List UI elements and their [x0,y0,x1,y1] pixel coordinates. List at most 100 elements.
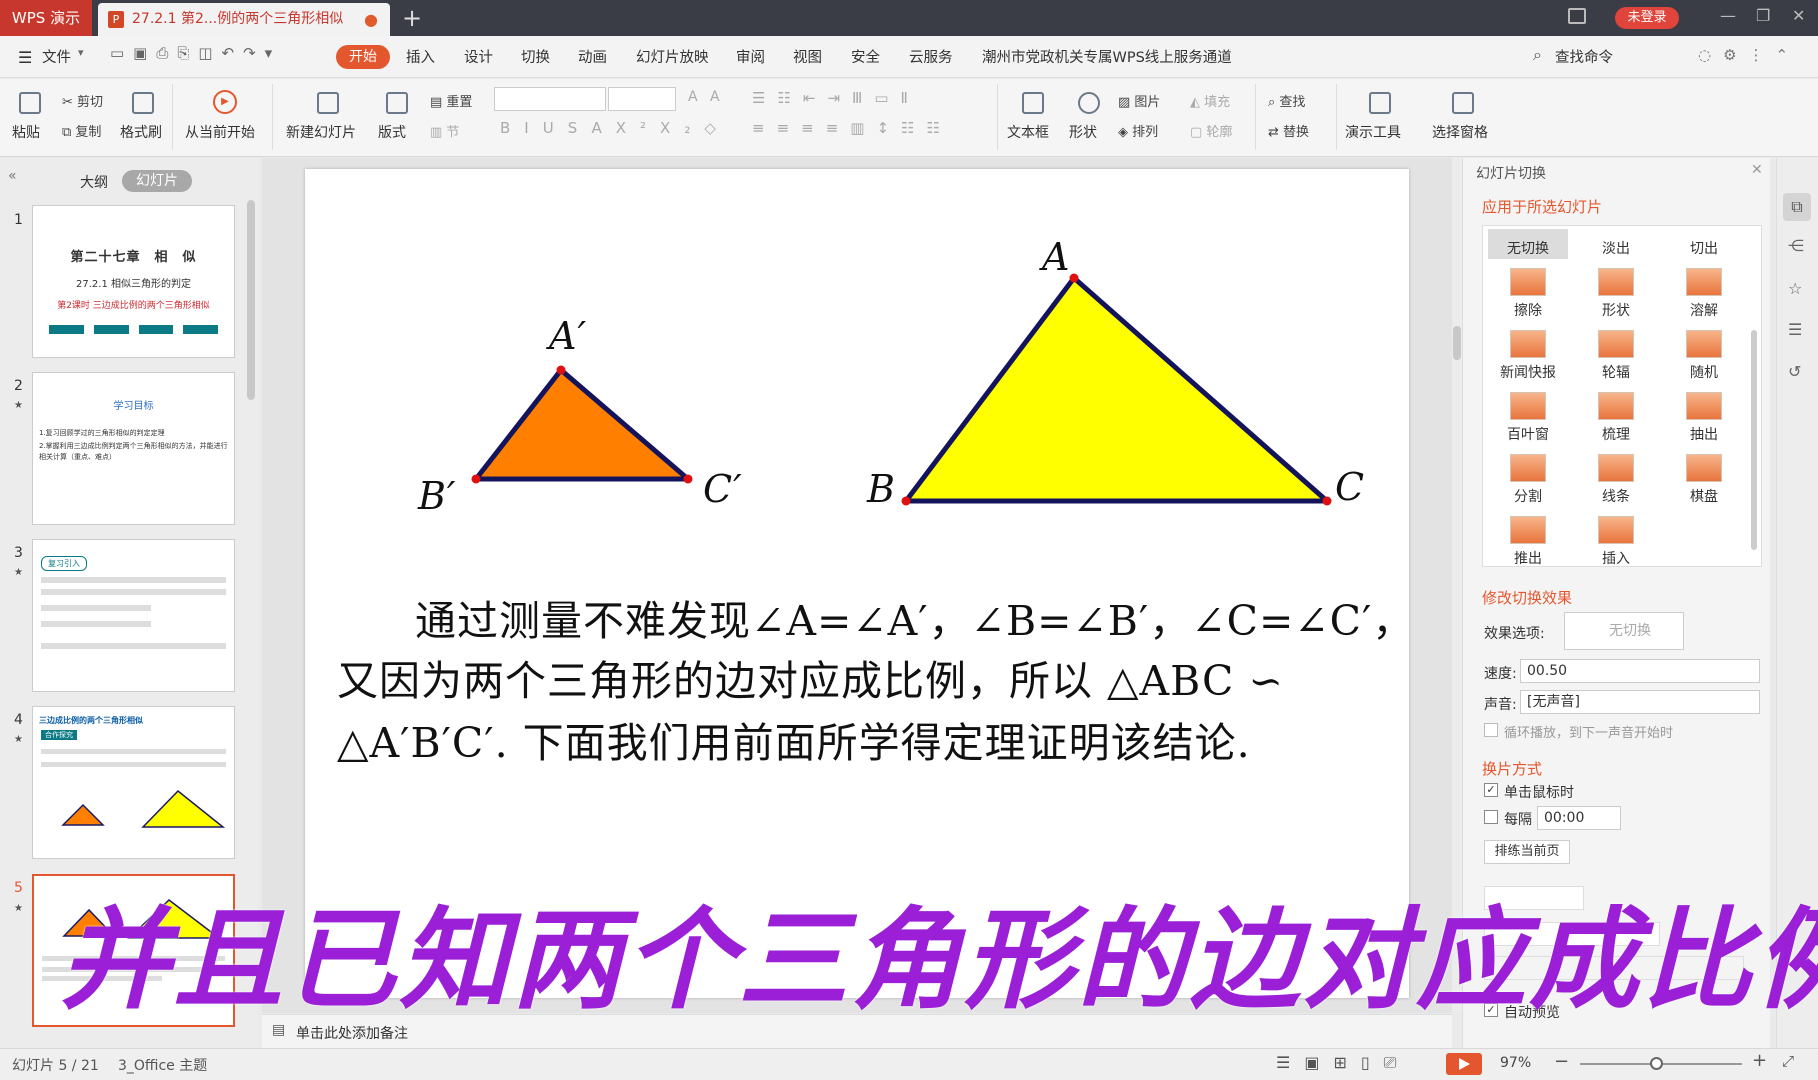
slide-thumbnail-1[interactable]: 第二十七章 相 似 27.2.1 相似三角形的判定 第2课时 三边成比例的两个三… [32,205,235,358]
selection-pane-icon[interactable] [1452,92,1474,114]
effect-options-select[interactable]: 无切换 [1564,612,1684,650]
share-icon[interactable]: ⋲ [1788,236,1804,255]
effect-newsflash[interactable]: 新闻快报 [1490,330,1566,382]
slideshow-play-button[interactable] [1446,1053,1482,1075]
reset-button[interactable]: ▤ 重置 [430,91,472,110]
new-slide-icon[interactable] [317,92,339,114]
paragraph-icons-row2[interactable]: ≡≡≡≡▥↕☷☷ [752,119,952,137]
zoom-out-icon[interactable]: − [1554,1051,1569,1072]
menu-slideshow-tab[interactable]: 幻灯片放映 [636,46,709,67]
every-checkbox[interactable] [1484,810,1498,824]
menu-animation-tab[interactable]: 动画 [578,46,607,67]
collapse-panel-icon[interactable]: « [8,168,17,184]
star-icon[interactable]: ☆ [1788,279,1802,298]
textbox-button[interactable]: 文本框 [1007,122,1049,142]
shape-icon[interactable] [1078,92,1100,114]
view-mode-icons[interactable]: ☰▣⊞▯⎚ [1276,1053,1410,1073]
font-style-icons[interactable]: BIUSAX²X₂◇ [500,119,730,137]
slide-thumbnail-2[interactable]: 学习目标 1.复习回顾学过的三角形相似的判定定理 2.掌握利用三边成比例判定两个… [32,372,235,525]
effect-none[interactable]: 无切换 [1490,238,1566,258]
search-icon[interactable]: ⌕ [1533,45,1542,65]
menu-cloud-tab[interactable]: 云服务 [909,46,953,67]
slide-thumbnail-4[interactable]: 三边成比例的两个三角形相似 合作探究 [32,706,235,859]
format-painter-icon[interactable] [132,92,154,114]
effect-lines[interactable]: 线条 [1578,454,1654,506]
section-button[interactable]: ▥ 节 [430,121,459,140]
menu-transition-tab[interactable]: 切换 [521,46,550,67]
on-click-checkbox[interactable]: ✓ [1484,783,1498,797]
zoom-slider-handle[interactable] [1650,1057,1663,1070]
layout-button[interactable]: 版式 [378,122,406,142]
loop-checkbox[interactable] [1484,723,1498,737]
gallery-scrollbar[interactable] [1751,330,1757,550]
tab-outline[interactable]: 大纲 [80,172,108,192]
effect-blinds[interactable]: 百叶窗 [1490,392,1566,444]
restore-icon[interactable]: ❐ [1756,6,1770,25]
quick-access-icons[interactable]: ▭▣⎙⎘◫↶↷▾ [110,44,281,62]
speed-input[interactable]: 00.50 [1520,659,1760,683]
effect-push[interactable]: 推出 [1490,516,1566,568]
menu-view-tab[interactable]: 视图 [793,46,822,67]
settings-sliders-icon[interactable]: ☰ [1788,320,1802,339]
app-tab[interactable]: WPS 演示 [0,0,92,36]
sound-select[interactable]: [无声音] [1520,690,1760,714]
menu-review-tab[interactable]: 审阅 [736,46,765,67]
effect-wipe[interactable]: 擦除 [1490,268,1566,320]
from-current-button[interactable]: 从当前开始 [185,122,255,142]
effect-insert[interactable]: 插入 [1578,516,1654,568]
effect-split[interactable]: 分割 [1490,454,1566,506]
menu-right-icons[interactable]: ◌⚙⋮⌃ [1698,46,1800,64]
presentation-tools-button[interactable]: 演示工具 [1345,122,1401,142]
hamburger-icon[interactable]: ☰ [18,48,32,67]
effect-fade[interactable]: 淡出 [1578,238,1654,258]
effect-pull[interactable]: 抽出 [1666,392,1742,444]
zoom-level[interactable]: 97% [1500,1055,1531,1071]
rehearse-button[interactable]: 排练当前页 [1484,840,1570,864]
close-panel-icon[interactable]: ✕ [1751,162,1763,178]
every-time-input[interactable]: 00:00 [1537,806,1621,830]
selection-pane-button[interactable]: 选择窗格 [1432,122,1488,142]
minimize-icon[interactable]: — [1720,6,1736,25]
history-icon[interactable]: ↺ [1788,362,1801,381]
presentation-tools-icon[interactable] [1369,92,1391,114]
outline-button[interactable]: ▢ 轮廓 [1190,121,1232,140]
new-slide-button[interactable]: 新建幻灯片 [286,122,356,142]
search-command[interactable]: 查找命令 [1555,46,1613,67]
slide-thumbnail-3[interactable]: 复习引入 [32,539,235,692]
format-painter-button[interactable]: 格式刷 [120,122,162,142]
font-size-select[interactable] [608,87,676,111]
effect-shape[interactable]: 形状 [1578,268,1654,320]
close-window-icon[interactable]: ✕ [1792,6,1805,25]
tab-slides[interactable]: 幻灯片 [122,170,192,192]
effect-cut[interactable]: 切出 [1666,238,1742,258]
chevron-down-icon[interactable]: ▾ [78,46,84,59]
menu-service-channel-tab[interactable]: 潮州市党政机关专属WPS线上服务通道 [982,46,1232,67]
effect-random[interactable]: 随机 [1666,330,1742,382]
paste-icon[interactable] [19,92,41,114]
document-tab[interactable]: P 27.2.1 第2...例的两个三角形相似 ● [98,3,390,36]
effect-dissolve[interactable]: 溶解 [1666,268,1742,320]
cut-button[interactable]: ✂ 剪切 [62,91,103,110]
paste-button[interactable]: 粘贴 [12,122,40,142]
menu-security-tab[interactable]: 安全 [851,46,880,67]
effect-comb[interactable]: 梳理 [1578,392,1654,444]
menu-design-tab[interactable]: 设计 [464,46,493,67]
font-name-select[interactable] [494,87,606,111]
menu-insert-tab[interactable]: 插入 [406,46,435,67]
replace-button[interactable]: ⇄ 替换 [1268,121,1309,140]
fit-window-icon[interactable]: ⤢ [1782,1052,1794,1070]
file-menu[interactable]: 文件 [42,46,71,67]
effect-checkerboard[interactable]: 棋盘 [1666,454,1742,506]
window-layout-icon[interactable] [1568,8,1586,24]
zoom-in-icon[interactable]: + [1752,1050,1767,1071]
transition-pane-icon[interactable]: ⧉ [1783,193,1811,221]
paragraph-icons-row1[interactable]: ☰☷⇤⇥Ⅲ▭Ⅱ [752,89,920,107]
fill-button[interactable]: ◭ 填充 [1190,91,1230,110]
effect-wheel[interactable]: 轮辐 [1578,330,1654,382]
panel-scrollbar[interactable] [247,200,255,400]
textbox-icon[interactable] [1022,92,1044,114]
play-from-current-icon[interactable]: ▶ [213,90,237,114]
copy-button[interactable]: ⧉ 复制 [62,121,101,140]
shape-button[interactable]: 形状 [1069,122,1097,142]
find-button[interactable]: ⌕ 查找 [1268,91,1305,110]
